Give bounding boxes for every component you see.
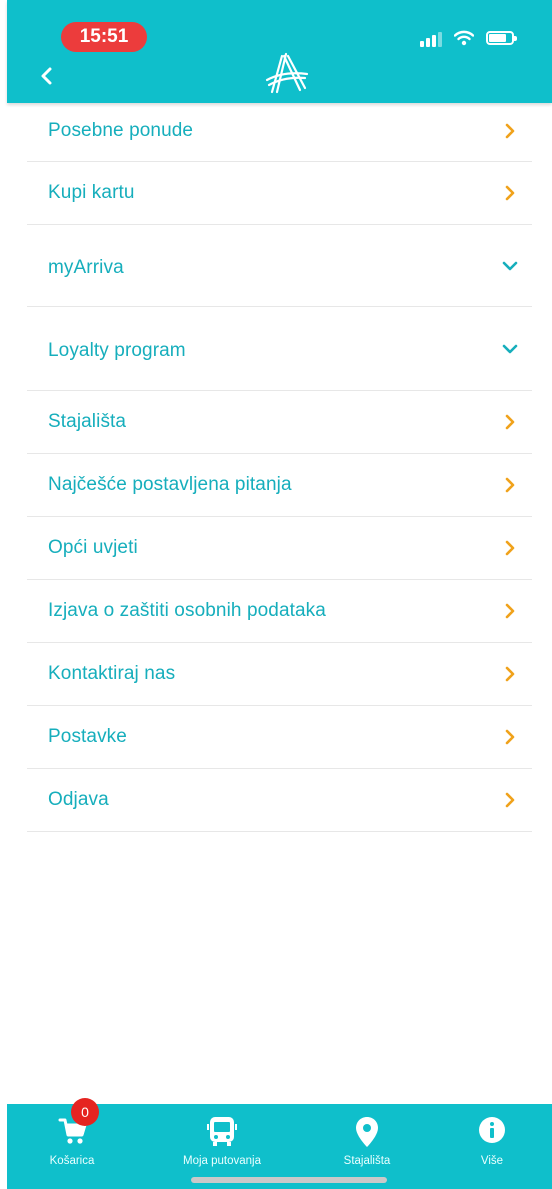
menu-item-label: Najčešće postavljena pitanja	[48, 474, 292, 495]
menu-item-opci-uvjeti[interactable]: Opći uvjeti	[27, 517, 532, 580]
menu-item-label: Stajališta	[48, 411, 127, 432]
menu-item-odjava[interactable]: Odjava	[27, 769, 532, 832]
chevron-right-icon	[505, 477, 515, 493]
status-time: 15:51	[61, 22, 147, 52]
menu-item-label: Odjava	[48, 789, 109, 810]
back-chevron-icon[interactable]	[37, 64, 57, 88]
tab-vise[interactable]: Više	[452, 1104, 532, 1189]
chevron-right-icon	[505, 414, 515, 430]
menu-item-label: Kontaktiraj nas	[48, 663, 176, 684]
menu-item-privacy-statement[interactable]: Izjava o zaštiti osobnih podataka	[27, 580, 532, 643]
menu-item-label: Kupi kartu	[48, 182, 135, 203]
wifi-icon	[454, 30, 474, 46]
battery-icon	[486, 31, 517, 45]
app-screen: 15:51 Posebne ponude Kupi kartu myArriva…	[7, 0, 552, 1189]
menu-item-postavke[interactable]: Postavke	[27, 706, 532, 769]
cellular-signal-icon	[420, 29, 442, 47]
location-pin-icon	[356, 1117, 378, 1147]
status-icons	[420, 28, 517, 48]
chevron-right-icon	[505, 729, 515, 745]
chevron-right-icon	[505, 123, 515, 139]
menu-item-faq[interactable]: Najčešće postavljena pitanja	[27, 454, 532, 517]
chevron-right-icon	[505, 792, 515, 808]
chevron-right-icon	[505, 185, 515, 201]
arriva-logo-icon	[265, 52, 309, 94]
menu-item-label: Opći uvjeti	[48, 537, 138, 558]
tab-label: Košarica	[49, 1155, 95, 1167]
menu-item-label: Loyalty program	[48, 340, 186, 361]
tab-label: Više	[480, 1155, 504, 1167]
chevron-down-icon	[502, 344, 518, 354]
tab-label: Stajališta	[343, 1155, 391, 1167]
menu-item-label: myArriva	[48, 257, 124, 278]
info-icon	[479, 1117, 505, 1143]
menu-item-stajalista[interactable]: Stajališta	[27, 391, 532, 454]
bus-icon	[207, 1117, 237, 1146]
more-menu-list: Posebne ponude Kupi kartu myArriva Loyal…	[27, 103, 532, 832]
menu-item-posebne-ponude[interactable]: Posebne ponude	[27, 103, 532, 162]
menu-item-label: Posebne ponude	[48, 120, 194, 141]
home-indicator[interactable]	[191, 1177, 387, 1183]
app-header: 15:51	[7, 0, 552, 103]
menu-item-myarriva[interactable]: myArriva	[27, 225, 532, 307]
tab-label: Moja putovanja	[183, 1155, 261, 1167]
chevron-right-icon	[505, 540, 515, 556]
menu-item-loyalty-program[interactable]: Loyalty program	[27, 307, 532, 391]
cart-count-badge: 0	[71, 1098, 99, 1126]
menu-item-label: Izjava o zaštiti osobnih podataka	[48, 600, 326, 621]
menu-item-kupi-kartu[interactable]: Kupi kartu	[27, 162, 532, 225]
chevron-down-icon	[502, 261, 518, 271]
menu-item-label: Postavke	[48, 726, 127, 747]
chevron-right-icon	[505, 603, 515, 619]
chevron-right-icon	[505, 666, 515, 682]
menu-item-kontaktiraj-nas[interactable]: Kontaktiraj nas	[27, 643, 532, 706]
